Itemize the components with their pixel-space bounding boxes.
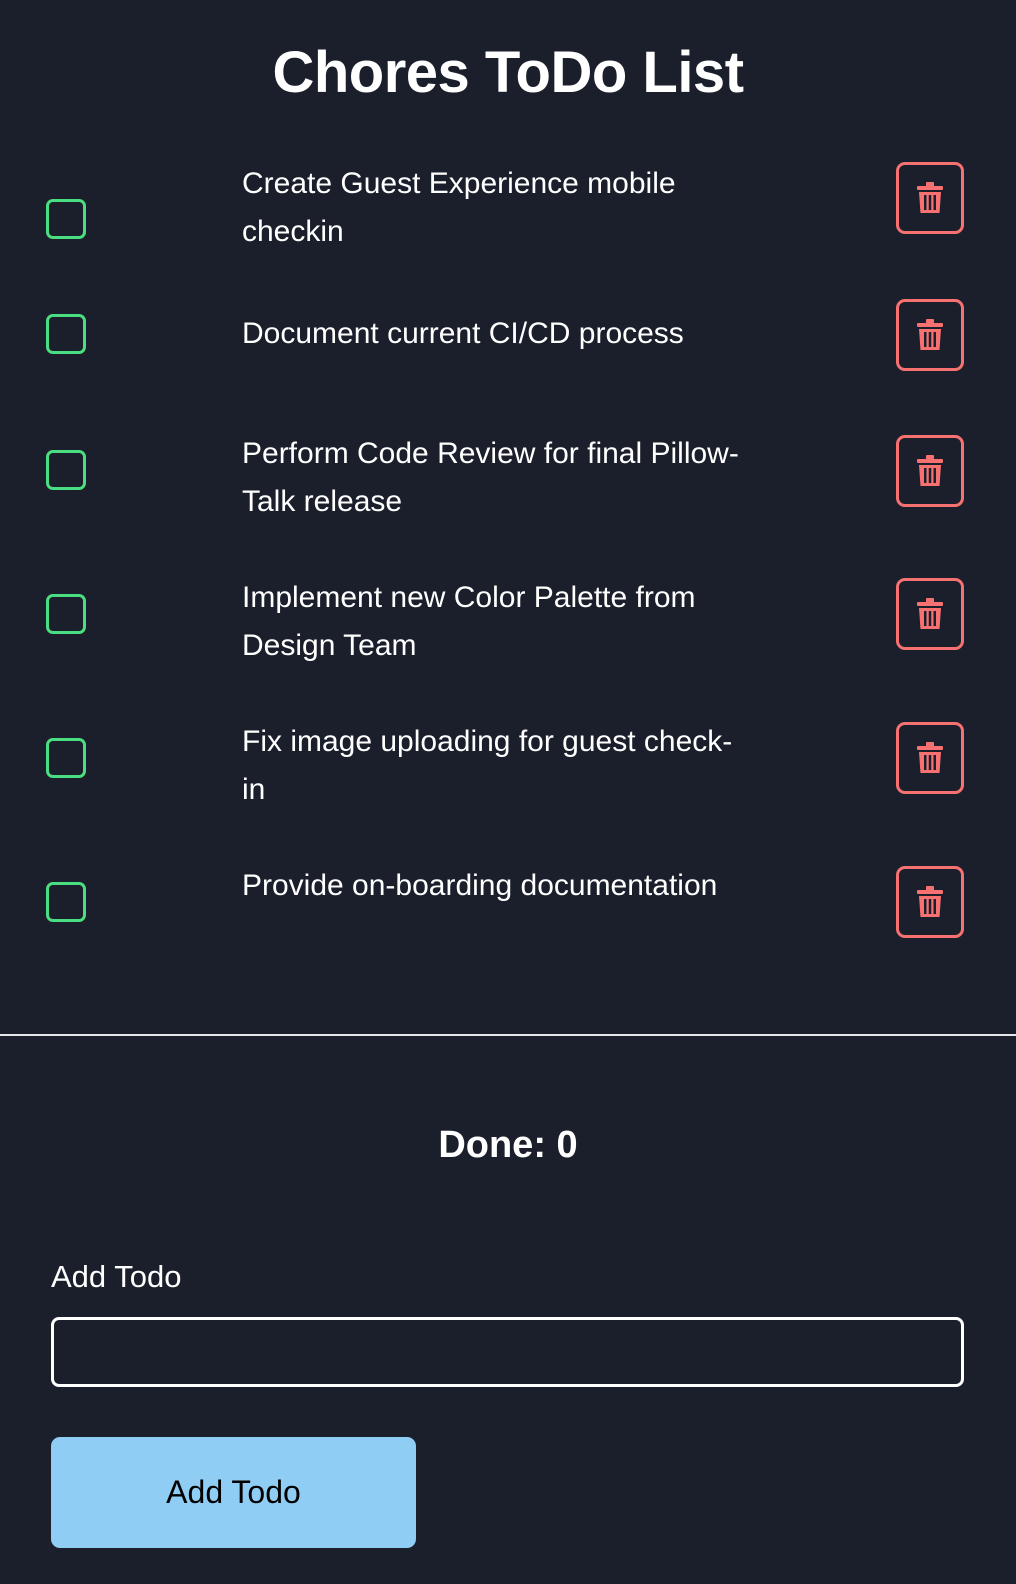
trash-icon <box>917 886 943 918</box>
todo-text: Fix image uploading for guest check-in <box>242 725 733 806</box>
todo-checkbox[interactable] <box>46 199 86 239</box>
todo-checkbox[interactable] <box>46 594 86 634</box>
delete-button[interactable] <box>896 299 964 371</box>
todo-text: Implement new Color Palette from Design … <box>242 581 696 662</box>
delete-button[interactable] <box>896 866 964 938</box>
delete-button[interactable] <box>896 162 964 234</box>
done-value: 0 <box>556 1124 578 1166</box>
todo-text: Document current CI/CD process <box>242 317 684 350</box>
add-todo-input[interactable] <box>51 1317 964 1387</box>
todo-checkbox[interactable] <box>46 882 86 922</box>
done-count: Done: 0 <box>0 1120 1016 1170</box>
trash-icon <box>917 742 943 774</box>
todo-text: Create Guest Experience mobile checkin <box>242 167 676 248</box>
todo-checkbox[interactable] <box>46 314 86 354</box>
page-title: Chores ToDo List <box>272 40 744 105</box>
delete-button[interactable] <box>896 722 964 794</box>
trash-icon <box>917 455 943 487</box>
todo-checkbox[interactable] <box>46 450 86 490</box>
add-todo-button[interactable]: Add Todo <box>51 1437 416 1548</box>
trash-icon <box>917 598 943 630</box>
add-todo-label: Add Todo <box>51 1259 182 1294</box>
done-label: Done: <box>438 1124 557 1166</box>
trash-icon <box>917 182 943 214</box>
todo-checkbox[interactable] <box>46 738 86 778</box>
delete-button[interactable] <box>896 435 964 507</box>
todo-text: Perform Code Review for final Pillow-Tal… <box>242 437 739 518</box>
trash-icon <box>917 319 943 351</box>
divider <box>0 1034 1016 1036</box>
todo-text: Provide on-boarding documentation <box>242 869 718 902</box>
delete-button[interactable] <box>896 578 964 650</box>
